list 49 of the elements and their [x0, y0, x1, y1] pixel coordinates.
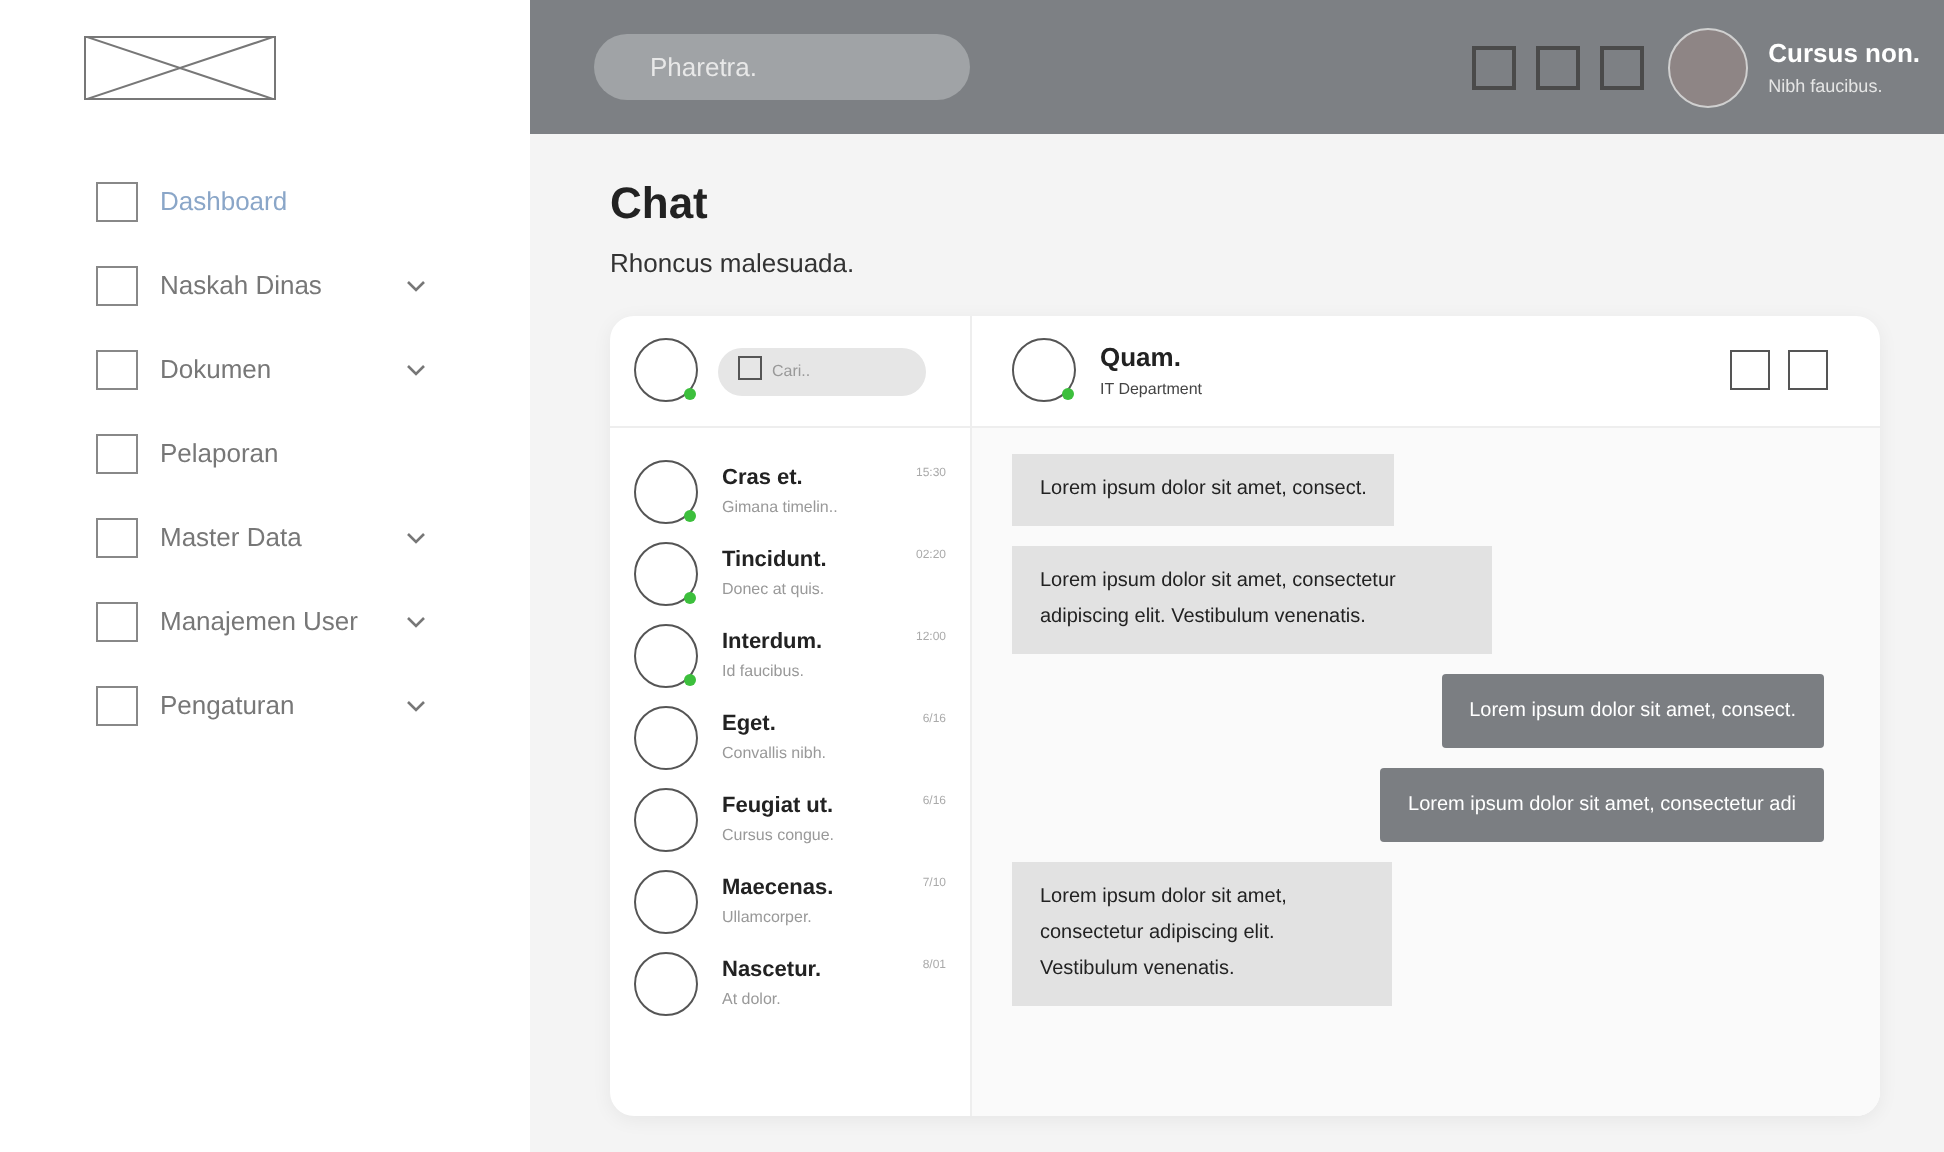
received-message: Lorem ipsum dolor sit amet, consect. [1012, 453, 1395, 525]
message-preview: Gimana timelin.. [722, 495, 840, 520]
logo-placeholder-icon [84, 35, 276, 99]
menu-icon [96, 350, 138, 390]
search-icon [738, 356, 762, 381]
sidebar-item[interactable]: Naskah Dinas [96, 258, 426, 314]
contact-name: Nascetur. [722, 956, 824, 987]
contact-name: Cras et. [722, 464, 805, 495]
sidebar-item[interactable]: Pelaporan [96, 426, 426, 482]
message-preview: At dolor. [722, 987, 783, 1012]
sidebar-item[interactable]: Dashboard [96, 174, 426, 230]
page-subtitle: Rhoncus malesuada. [610, 246, 857, 282]
contact-search-field[interactable]: Cari.. [718, 347, 926, 396]
page-title: Chat [610, 176, 710, 232]
sidebar-item[interactable]: Master Data [96, 510, 426, 566]
contact-name: Maecenas. [722, 874, 836, 905]
menu-icon [96, 434, 138, 474]
menu-icon [96, 686, 138, 726]
call-icon[interactable] [1730, 350, 1770, 390]
menu-icon [96, 266, 138, 306]
menu-icon [96, 182, 138, 222]
sent-message: Lorem ipsum dolor sit amet, consectetur adi [1380, 767, 1824, 841]
sidebar-item[interactable]: Dokumen [96, 342, 426, 398]
received-message: Lorem ipsum dolor sit amet, consectetur adipiscing elit. Vestibulum venenatis. [1012, 545, 1492, 653]
contact-name: Tincidunt. [722, 546, 829, 577]
video-icon[interactable] [1788, 350, 1828, 390]
contact-name: Feugiat ut. [722, 792, 836, 823]
menu-icon [96, 518, 138, 558]
user-name: Cursus non. [1768, 36, 1920, 72]
message-preview: Ullamcorper. [722, 905, 814, 930]
user-subtitle: Nibh faucibus. [1768, 73, 1885, 99]
sidebar-item[interactable]: Manajemen User [96, 594, 426, 650]
message-preview: Convallis nibh. [722, 741, 829, 766]
user-avatar[interactable] [1668, 27, 1749, 107]
received-message: Lorem ipsum dolor sit amet, consectetur adipiscing elit. Vestibulum venenatis. [1012, 861, 1392, 1005]
sidebar-item[interactable]: Pengaturan [96, 678, 426, 734]
toolbar-icon[interactable] [1536, 45, 1581, 89]
contact-name: Quam. [1100, 340, 1183, 377]
toolbar-icon[interactable] [1472, 45, 1517, 89]
message-preview: Id faucibus. [722, 659, 806, 684]
search-field[interactable]: Pharetra. [594, 34, 970, 100]
menu-icon [96, 602, 138, 642]
message-preview: Cursus congue. [722, 823, 837, 848]
message-preview: Donec at quis. [722, 577, 827, 602]
contact-department: IT Department [1100, 377, 1202, 402]
contact-name: Interdum. [722, 628, 825, 659]
toolbar-icon[interactable] [1600, 45, 1645, 89]
sent-message: Lorem ipsum dolor sit amet, consect. [1441, 673, 1824, 747]
contact-name: Eget. [722, 710, 778, 741]
